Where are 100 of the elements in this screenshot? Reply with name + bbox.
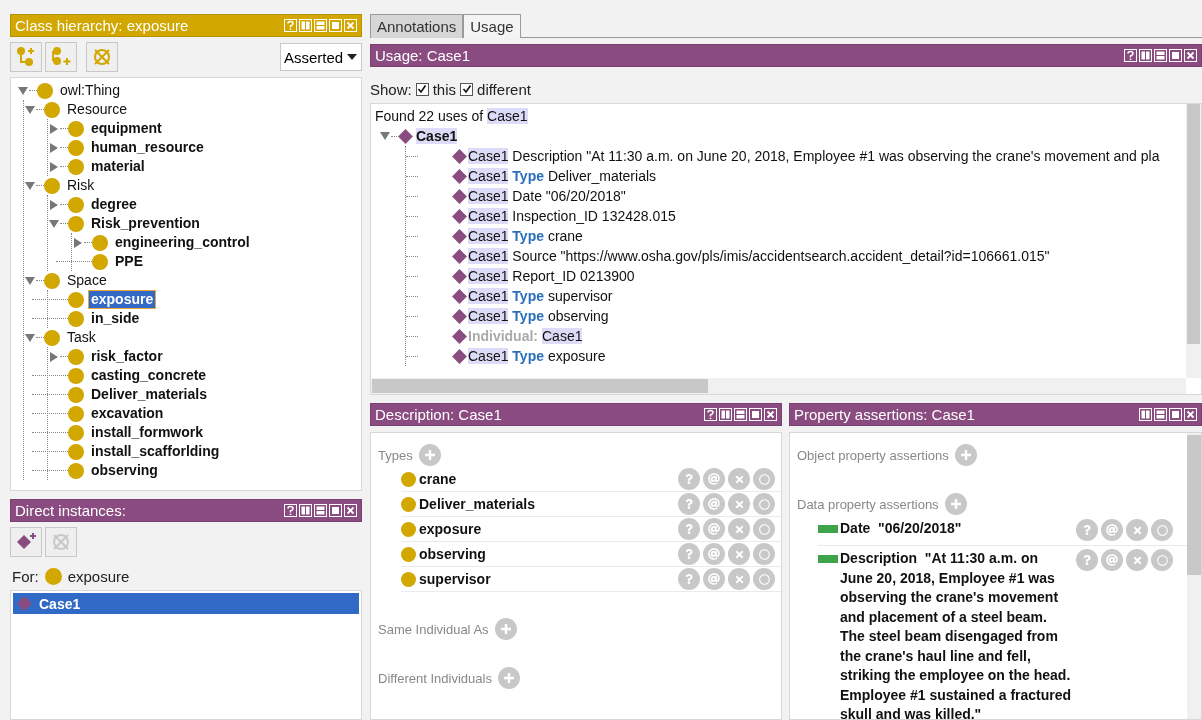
class-label[interactable]: Resource — [65, 101, 129, 118]
expand-triangle-icon[interactable] — [48, 160, 60, 173]
class-label[interactable]: install_scafforlding — [89, 443, 222, 460]
edit-button[interactable] — [753, 468, 775, 490]
add-individual-button[interactable] — [10, 527, 42, 557]
class-label[interactable]: owl:Thing — [58, 82, 122, 99]
class-label[interactable]: risk_factor — [89, 348, 165, 365]
help-button[interactable] — [704, 408, 717, 421]
class-label[interactable]: casting_concrete — [89, 367, 209, 384]
class-label[interactable]: human_resource — [89, 139, 206, 156]
class-label[interactable]: Risk — [65, 177, 97, 194]
explain-button[interactable] — [1076, 549, 1098, 571]
collapse-triangle-icon[interactable] — [24, 179, 36, 192]
delete-button[interactable] — [728, 543, 750, 565]
collapse-triangle-icon[interactable] — [24, 274, 36, 287]
expand-triangle-icon[interactable] — [72, 236, 84, 249]
class-label[interactable]: Risk_prevention — [89, 215, 202, 232]
explain-button[interactable] — [678, 543, 700, 565]
split-vertical-button[interactable] — [719, 408, 732, 421]
expand-triangle-icon[interactable] — [48, 198, 60, 211]
collapse-triangle-icon[interactable] — [379, 130, 391, 142]
add-button[interactable] — [497, 667, 520, 689]
expand-triangle-icon[interactable] — [48, 141, 60, 154]
add-sibling-button[interactable] — [45, 42, 77, 72]
annotate-button[interactable] — [703, 518, 725, 540]
collapse-triangle-icon[interactable] — [17, 84, 29, 97]
delete-button[interactable] — [728, 568, 750, 590]
split-horizontal-button[interactable] — [1154, 408, 1167, 421]
instance-item[interactable]: Case1 — [13, 593, 359, 614]
class-label[interactable]: engineering_control — [113, 234, 252, 251]
class-label[interactable]: install_formwork — [89, 424, 206, 441]
delete-button[interactable] — [86, 42, 118, 72]
delete-button[interactable] — [728, 518, 750, 540]
help-button[interactable] — [284, 504, 297, 517]
tab[interactable]: Usage — [463, 14, 521, 38]
class-label[interactable]: PPE — [113, 253, 145, 270]
class-label[interactable]: equipment — [89, 120, 164, 137]
delete-button[interactable] — [1126, 519, 1148, 541]
class-label[interactable]: Task — [65, 329, 98, 346]
class-label[interactable]: Space — [65, 272, 109, 289]
add-button[interactable] — [954, 444, 977, 466]
maximize-button[interactable] — [1169, 408, 1182, 421]
collapse-triangle-icon[interactable] — [24, 331, 36, 344]
class-label[interactable]: in_side — [89, 310, 142, 327]
class-label[interactable]: excavation — [89, 405, 166, 422]
expand-triangle-icon[interactable] — [48, 122, 60, 135]
explain-button[interactable] — [678, 568, 700, 590]
split-vertical-button[interactable] — [299, 504, 312, 517]
edit-button[interactable] — [1151, 549, 1173, 571]
split-vertical-button[interactable] — [1139, 49, 1152, 62]
annotate-button[interactable] — [703, 493, 725, 515]
annotate-button[interactable] — [703, 543, 725, 565]
split-vertical-button[interactable] — [1139, 408, 1152, 421]
close-button[interactable] — [764, 408, 777, 421]
collapse-triangle-icon[interactable] — [24, 103, 36, 116]
scrollbar-thumb[interactable] — [372, 379, 708, 393]
delete-button[interactable] — [728, 493, 750, 515]
class-label[interactable]: Deliver_materials — [89, 386, 209, 403]
collapse-triangle-icon[interactable] — [48, 217, 60, 230]
scrollbar-thumb[interactable] — [1187, 435, 1201, 575]
maximize-button[interactable] — [749, 408, 762, 421]
split-horizontal-button[interactable] — [734, 408, 747, 421]
add-button[interactable] — [944, 493, 967, 515]
explain-button[interactable] — [1076, 519, 1098, 541]
class-label[interactable]: degree — [89, 196, 139, 213]
tab[interactable]: Annotations — [370, 14, 464, 38]
add-subclass-button[interactable] — [10, 42, 42, 72]
checkbox[interactable] — [460, 82, 474, 96]
explain-button[interactable] — [678, 518, 700, 540]
help-button[interactable] — [1124, 49, 1137, 62]
checkbox[interactable] — [415, 82, 429, 96]
add-button[interactable] — [494, 618, 517, 640]
add-button[interactable] — [418, 444, 441, 466]
delete-button[interactable] — [1126, 549, 1148, 571]
annotate-button[interactable] — [1101, 519, 1123, 541]
close-button[interactable] — [1184, 49, 1197, 62]
edit-button[interactable] — [753, 543, 775, 565]
split-horizontal-button[interactable] — [1154, 49, 1167, 62]
delete-button[interactable] — [728, 468, 750, 490]
edit-button[interactable] — [1151, 519, 1173, 541]
split-horizontal-button[interactable] — [314, 504, 327, 517]
explain-button[interactable] — [678, 468, 700, 490]
annotate-button[interactable] — [703, 568, 725, 590]
edit-button[interactable] — [753, 568, 775, 590]
class-label[interactable]: observing — [89, 462, 160, 479]
expand-triangle-icon[interactable] — [48, 350, 60, 363]
maximize-button[interactable] — [1169, 49, 1182, 62]
edit-button[interactable] — [753, 493, 775, 515]
class-label[interactable]: exposure — [89, 291, 156, 308]
annotate-button[interactable] — [1101, 549, 1123, 571]
close-button[interactable] — [344, 504, 357, 517]
maximize-button[interactable] — [329, 504, 342, 517]
edit-button[interactable] — [753, 518, 775, 540]
annotate-button[interactable] — [703, 468, 725, 490]
explain-button[interactable] — [678, 493, 700, 515]
view-dropdown[interactable]: Asserted — [280, 43, 362, 71]
scrollbar-thumb[interactable] — [1187, 104, 1200, 344]
usage-line: Case1 Inspection_ID 132428.015 — [468, 208, 676, 224]
close-button[interactable] — [1184, 408, 1197, 421]
class-label[interactable]: material — [89, 158, 147, 175]
